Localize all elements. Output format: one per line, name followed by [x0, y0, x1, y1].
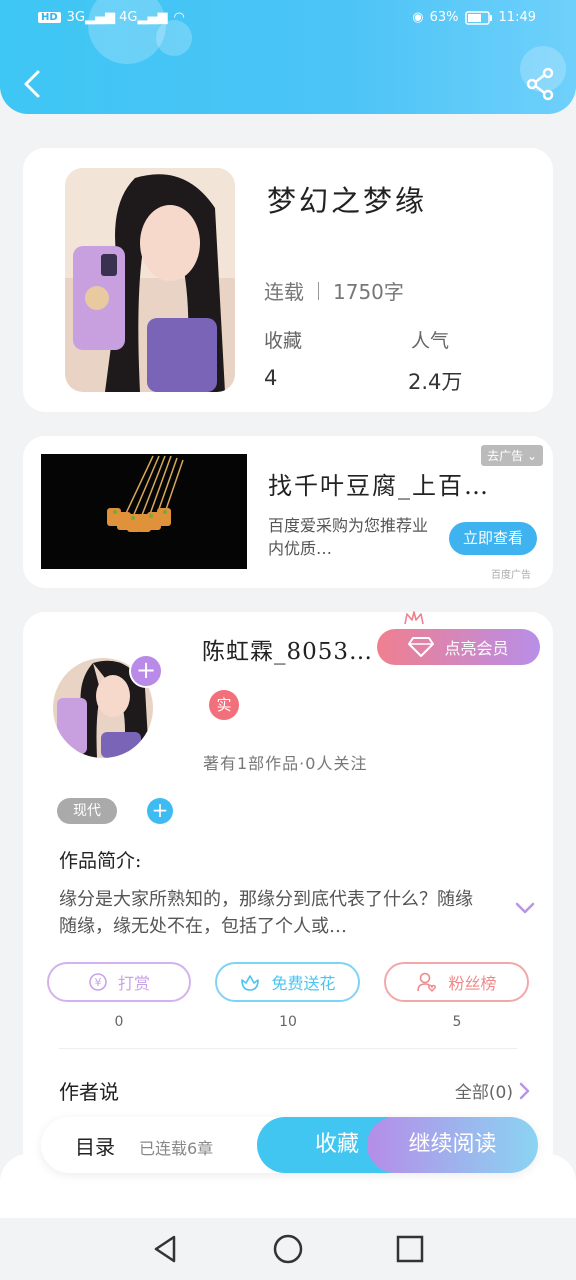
chevron-right-icon	[519, 1082, 530, 1099]
intro-label: 作品简介:	[59, 850, 142, 872]
ad-view-button[interactable]: 立即查看	[449, 522, 537, 555]
fan-ranking-button[interactable]: 粉丝榜	[384, 962, 529, 1002]
table-of-contents-button[interactable]: 目录	[75, 1131, 115, 1160]
battery-percent: 63%	[429, 10, 459, 25]
popularity-label: 人气	[411, 330, 450, 352]
serial-status-row: 连载 1750字	[264, 276, 404, 305]
coin-icon: ¥	[89, 973, 107, 991]
chevron-left-icon	[24, 70, 40, 98]
ad-card[interactable]: 找千叶豆腐_上百… 百度爱采购为您推荐业内优质… 去广告 ⌄ 立即查看 百度广告	[23, 436, 553, 588]
author-works-info: 著有1部作品·0人关注	[203, 754, 368, 773]
word-count: 1750字	[333, 280, 404, 304]
favorites-label: 收藏	[264, 330, 303, 352]
bottom-action-bar: 目录 已连载6章 收藏 继续阅读	[41, 1117, 538, 1173]
divider	[318, 281, 319, 300]
remove-ad-label: 去广告	[487, 449, 524, 463]
favorites-value: 4	[264, 366, 278, 390]
remove-ad-button[interactable]: 去广告 ⌄	[481, 445, 543, 466]
view-all-link[interactable]: 全部(0)	[455, 1078, 531, 1103]
nav-home-icon[interactable]	[271, 1232, 305, 1266]
author-card: + 陈虹霖_8053… 点亮会员 实 著有1部作品·0人关注 现代 + 作品简介…	[23, 611, 553, 1172]
ad-description: 百度爱采购为您推荐业内优质…	[268, 516, 429, 558]
serial-status: 连载	[264, 280, 304, 304]
tip-button[interactable]: ¥ 打赏	[47, 962, 191, 1002]
nav-recents-icon[interactable]	[393, 1232, 427, 1266]
back-button[interactable]	[18, 64, 48, 104]
share-button[interactable]	[524, 66, 556, 102]
vip-membership-button[interactable]: 点亮会员	[377, 629, 540, 665]
send-flower-button[interactable]: 免费送花	[215, 962, 360, 1002]
tip-count: 0	[114, 1014, 124, 1030]
ad-image[interactable]	[41, 454, 247, 569]
vip-button-label: 点亮会员	[444, 639, 509, 658]
view-all-label: 全部(0)	[454, 1083, 513, 1103]
ad-title: 找千叶豆腐_上百…	[268, 472, 490, 500]
flower-icon	[241, 975, 260, 991]
follow-author-button[interactable]: +	[129, 654, 163, 688]
status-bar: HD 3G▂▄▆ 4G▂▄▆ ◠ ◉ 63% 11:49	[0, 8, 576, 32]
header-bar: HD 3G▂▄▆ 4G▂▄▆ ◠ ◉ 63% 11:49	[0, 0, 576, 114]
clock: 11:49	[498, 10, 536, 25]
network-signal-icon: 3G▂▄▆ 4G▂▄▆	[66, 10, 168, 25]
crown-icon	[404, 611, 424, 625]
continue-reading-button[interactable]: 继续阅读	[367, 1117, 538, 1173]
divider	[59, 1048, 517, 1049]
chevron-down-icon[interactable]	[513, 898, 537, 918]
send-flower-label: 免费送花	[271, 974, 336, 993]
chapter-count: 已连载6章	[139, 1139, 214, 1158]
book-info-card: 梦幻之梦缘 连载 1750字 收藏 人气 4 2.4万	[23, 148, 553, 412]
popularity-value: 2.4万	[408, 370, 463, 394]
hd-icon: HD	[38, 12, 61, 23]
eye-icon: ◉	[412, 10, 424, 25]
svg-text:¥: ¥	[94, 976, 101, 989]
share-icon	[526, 67, 554, 101]
intro-text: 缘分是大家所熟知的，那缘分到底代表了什么？随缘随缘，缘无处不在，包括了个人或…	[59, 889, 473, 937]
ad-source-label: 百度广告	[491, 570, 531, 581]
tip-label: 打赏	[117, 974, 150, 993]
book-title: 梦幻之梦缘	[267, 184, 428, 218]
flower-count: 10	[279, 1014, 297, 1030]
wifi-icon: ◠	[173, 10, 185, 25]
author-says-title: 作者说	[59, 1080, 119, 1104]
diamond-icon	[408, 637, 435, 657]
verified-badge: 实	[209, 690, 239, 720]
fan-count: 5	[452, 1014, 462, 1030]
user-heart-icon	[417, 972, 437, 992]
fan-ranking-label: 粉丝榜	[448, 974, 497, 993]
nav-back-icon[interactable]	[148, 1232, 182, 1266]
book-cover-image[interactable]	[65, 168, 235, 392]
battery-icon	[464, 10, 492, 25]
system-nav-bar	[0, 1218, 576, 1280]
genre-tag[interactable]: 现代	[57, 798, 117, 824]
add-tag-button[interactable]: +	[147, 798, 173, 824]
author-name[interactable]: 陈虹霖_8053…	[202, 632, 373, 666]
